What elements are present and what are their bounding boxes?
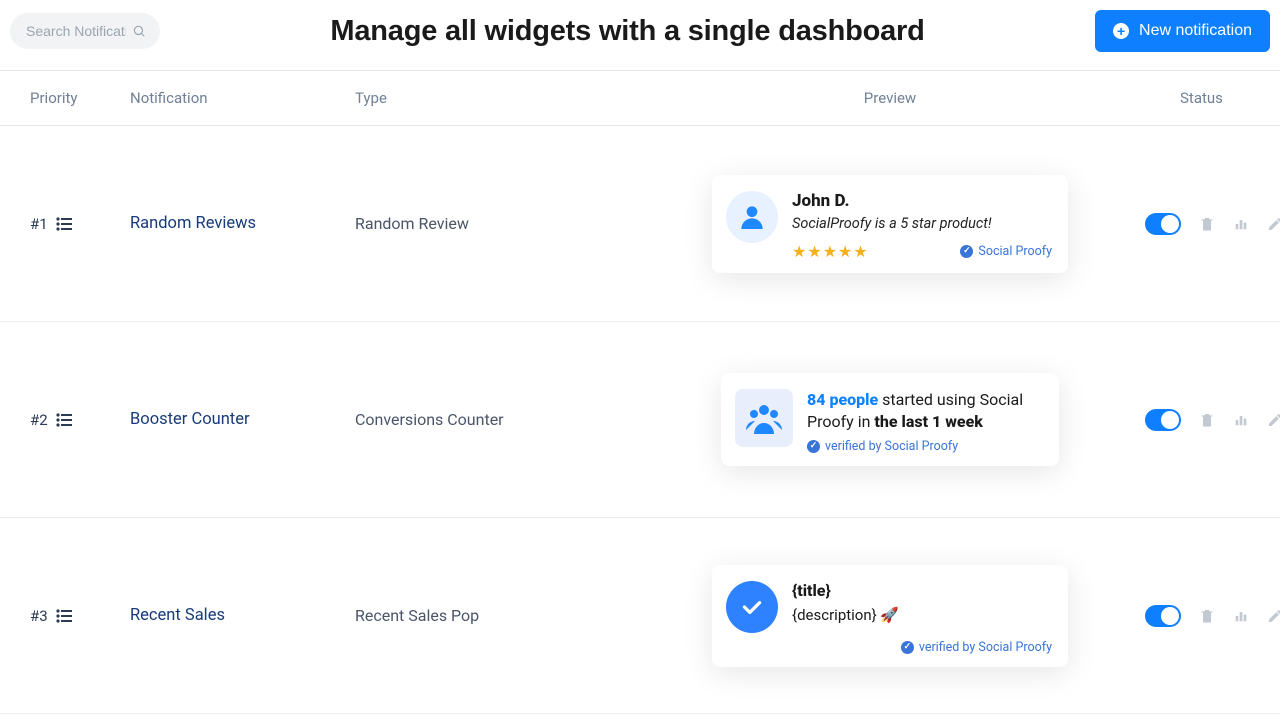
new-notification-button[interactable]: + New notification: [1095, 10, 1270, 52]
col-type: Type: [355, 89, 655, 107]
col-status: Status: [1125, 89, 1280, 107]
people-icon: [735, 389, 793, 447]
sales-title: {title}: [792, 581, 1052, 600]
notification-type: Random Review: [355, 214, 655, 233]
verified-badge: Social Proofy: [960, 244, 1052, 259]
analytics-icon[interactable]: [1233, 412, 1249, 428]
table-row: #3 Recent Sales Recent Sales Pop {title}…: [0, 518, 1280, 714]
analytics-icon[interactable]: [1233, 608, 1249, 624]
priority-cell: #2: [30, 411, 130, 429]
analytics-icon[interactable]: [1233, 216, 1249, 232]
drag-handle-icon[interactable]: [56, 217, 72, 231]
plus-icon: +: [1113, 23, 1129, 39]
table-row: #1 Random Reviews Random Review John D. …: [0, 126, 1280, 322]
status-toggle[interactable]: [1145, 409, 1181, 431]
verified-badge: verified by Social Proofy: [807, 439, 1043, 454]
priority-number: #2: [30, 411, 48, 429]
delete-icon[interactable]: [1199, 412, 1215, 428]
edit-icon[interactable]: [1267, 412, 1280, 428]
priority-number: #3: [30, 607, 48, 625]
checkmark-icon: [807, 440, 820, 453]
page-title: Manage all widgets with a single dashboa…: [160, 15, 1095, 48]
col-notification: Notification: [130, 89, 355, 107]
preview-card-sales: {title} {description} 🚀 verified by Soci…: [712, 565, 1068, 667]
status-toggle[interactable]: [1145, 213, 1181, 235]
status-cell: [1125, 409, 1280, 431]
status-toggle[interactable]: [1145, 605, 1181, 627]
priority-cell: #1: [30, 215, 130, 233]
col-priority: Priority: [30, 89, 130, 107]
table-row: #2 Booster Counter Conversions Counter 8…: [0, 322, 1280, 518]
review-text: SocialProofy is a 5 star product!: [792, 215, 1052, 232]
checkmark-icon: [960, 245, 973, 258]
verified-badge: verified by Social Proofy: [792, 640, 1052, 655]
preview-cell: 84 people started using Social Proofy in…: [655, 373, 1125, 465]
checkmark-icon: [901, 641, 914, 654]
preview-card-booster: 84 people started using Social Proofy in…: [721, 373, 1059, 465]
col-preview: Preview: [655, 89, 1125, 107]
edit-icon[interactable]: [1267, 608, 1280, 624]
status-cell: [1125, 605, 1280, 627]
avatar-icon: [726, 191, 778, 243]
notification-name-link[interactable]: Recent Sales: [130, 606, 355, 625]
priority-cell: #3: [30, 607, 130, 625]
preview-cell: {title} {description} 🚀 verified by Soci…: [655, 565, 1125, 667]
search-icon: [132, 24, 146, 38]
drag-handle-icon[interactable]: [56, 413, 72, 427]
status-cell: [1125, 213, 1280, 235]
notification-name-link[interactable]: Booster Counter: [130, 410, 355, 429]
notification-type: Conversions Counter: [355, 410, 655, 429]
new-notification-label: New notification: [1139, 22, 1252, 40]
delete-icon[interactable]: [1199, 608, 1215, 624]
search-wrap: [10, 13, 160, 49]
priority-number: #1: [30, 215, 48, 233]
preview-cell: John D. SocialProofy is a 5 star product…: [655, 175, 1125, 273]
preview-card-review: John D. SocialProofy is a 5 star product…: [712, 175, 1068, 273]
edit-icon[interactable]: [1267, 216, 1280, 232]
star-rating-icon: ★★★★★: [792, 242, 869, 261]
notification-name-link[interactable]: Random Reviews: [130, 214, 355, 233]
checkmark-circle-icon: [726, 581, 778, 633]
booster-text: 84 people started using Social Proofy in…: [807, 389, 1043, 432]
notification-type: Recent Sales Pop: [355, 606, 655, 625]
drag-handle-icon[interactable]: [56, 609, 72, 623]
review-author: John D.: [792, 191, 1052, 211]
delete-icon[interactable]: [1199, 216, 1215, 232]
table-header: Priority Notification Type Preview Statu…: [0, 71, 1280, 126]
sales-description: {description} 🚀: [792, 606, 1052, 624]
